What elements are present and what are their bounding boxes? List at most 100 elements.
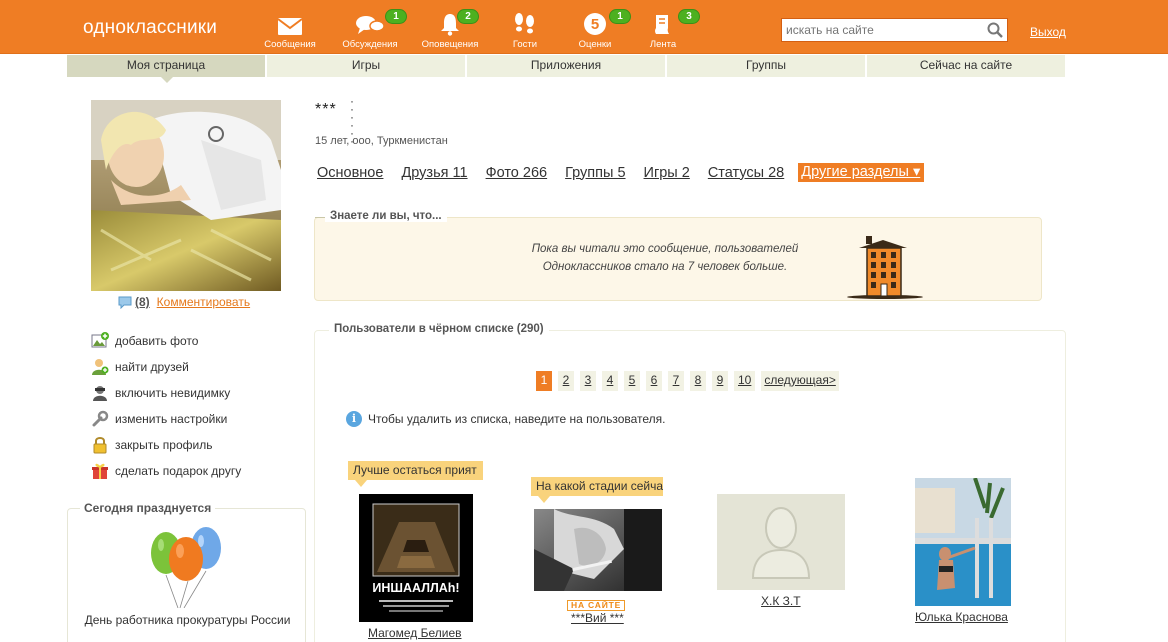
rating-value: 5 — [591, 16, 599, 33]
user-1-status[interactable]: Лучше остаться прият — [348, 461, 483, 480]
profile-avatar[interactable] — [91, 100, 281, 291]
page-4[interactable]: 4 — [602, 371, 618, 391]
profile-sections: Основное Друзья 11 Фото 266 Группы 5 Игр… — [317, 163, 942, 182]
action-close-profile-label: закрыть профиль — [115, 438, 213, 452]
nav-guests-label: Гости — [512, 39, 538, 50]
user-3-name[interactable]: Х.К З.Т — [761, 594, 801, 608]
user-1-status-pointer — [355, 480, 367, 487]
user-3-photo[interactable] — [717, 494, 845, 590]
tab-apps[interactable]: Приложения — [467, 55, 665, 77]
section-groups[interactable]: Группы 5 — [565, 165, 625, 181]
page-5[interactable]: 5 — [624, 371, 640, 391]
search-icon[interactable] — [987, 22, 1003, 38]
action-add-photo-label: добавить фото — [115, 334, 199, 348]
action-gift-label: сделать подарок другу — [115, 464, 242, 478]
blacklist-title: Пользователи в чёрном списке (290) — [329, 323, 549, 335]
dyk-title: Знаете ли вы, что... — [325, 210, 447, 222]
section-games[interactable]: Игры 2 — [644, 165, 690, 181]
search-input[interactable] — [782, 19, 982, 41]
ratings-badge: 1 — [609, 9, 631, 24]
lock-icon — [93, 437, 107, 454]
page-1[interactable]: 1 — [536, 371, 552, 391]
user-4-name[interactable]: Юлька Краснова — [915, 610, 1008, 624]
nav-discussions[interactable]: Обсуждения 1 — [338, 9, 407, 50]
info-icon: i — [346, 411, 362, 427]
wrench-icon — [92, 410, 109, 427]
rating-five-icon: 5 — [584, 13, 606, 35]
nav-messages-label: Сообщения — [264, 39, 316, 50]
section-friends[interactable]: Друзья 11 — [401, 165, 467, 181]
nav-messages[interactable]: Сообщения — [258, 10, 322, 50]
page-6[interactable]: 6 — [646, 371, 662, 391]
section-statuses[interactable]: Статусы 28 — [708, 165, 784, 181]
holiday-title: Сегодня празднуется — [80, 501, 216, 515]
action-settings-label: изменить настройки — [115, 412, 228, 426]
page-9[interactable]: 9 — [712, 371, 728, 391]
invisible-icon — [93, 386, 107, 401]
feed-badge: 3 — [678, 9, 700, 24]
user-2-online-badge: НА САЙТЕ — [567, 600, 626, 611]
action-find-friends[interactable]: найти друзей — [90, 354, 241, 380]
nav-ratings-label: Оценки — [578, 39, 612, 50]
nav-notifications[interactable]: Оповещения 2 — [418, 9, 482, 50]
action-settings[interactable]: изменить настройки — [90, 406, 241, 432]
nav-ratings[interactable]: 5 Оценки 1 — [563, 9, 631, 50]
blacklist-hint: i Чтобы удалить из списка, наведите на п… — [346, 411, 666, 427]
nav-guests[interactable]: Гости — [493, 10, 557, 50]
balloons-icon[interactable] — [148, 523, 228, 608]
section-main[interactable]: Основное — [317, 165, 383, 181]
page-3[interactable]: 3 — [580, 371, 596, 391]
profile-name-text: *** — [315, 101, 337, 118]
holiday-name[interactable]: День работника прокуратуры России — [68, 613, 307, 627]
action-close-profile[interactable]: закрыть профиль — [90, 432, 241, 458]
feed-icon — [655, 15, 669, 34]
add-photo-icon — [91, 332, 109, 348]
section-photos[interactable]: Фото 266 — [486, 165, 548, 181]
notifications-badge: 2 — [457, 9, 479, 24]
tab-online-now[interactable]: Сейчас на сайте — [867, 55, 1065, 77]
footprints-icon — [515, 13, 534, 34]
section-more-dropdown[interactable]: Другие разделы ▾ — [798, 163, 925, 182]
avatar-comments: (8) Комментировать — [118, 295, 250, 309]
user-2-photo[interactable] — [534, 509, 662, 591]
building-icon — [847, 236, 923, 299]
default-avatar-icon — [751, 507, 811, 579]
user-2-status-pointer — [538, 496, 550, 503]
holiday-box: Сегодня празднуется День работника проку… — [67, 501, 307, 642]
gift-icon — [92, 463, 108, 479]
profile-actions: добавить фото найти друзей включить неви… — [90, 328, 241, 484]
site-logo[interactable]: одноклассники — [83, 17, 217, 39]
comment-bubble-icon — [118, 296, 132, 309]
next-page-link[interactable]: следующая> — [761, 371, 839, 391]
page-10[interactable]: 10 — [734, 371, 756, 391]
user-2-status[interactable]: На какой стадии сейча — [531, 477, 663, 496]
tab-groups[interactable]: Группы — [667, 55, 865, 77]
logout-link[interactable]: Выход — [1030, 25, 1066, 39]
nav-feed-label: Лента — [649, 39, 677, 50]
tab-my-page[interactable]: Моя страница — [67, 55, 265, 83]
profile-info: 15 лет, ооо, Туркменистан — [315, 135, 448, 147]
action-invisible[interactable]: включить невидимку — [90, 380, 241, 406]
dyk-title-line-left — [315, 217, 325, 218]
action-invisible-label: включить невидимку — [115, 386, 231, 400]
tab-games[interactable]: Игры — [267, 55, 465, 77]
user-1-photo-caption: ИНШААЛЛАh! — [372, 581, 459, 595]
top-bar: одноклассники Сообщения Обсуждения 1 Опо… — [0, 0, 1168, 54]
nav-discussions-label: Обсуждения — [342, 39, 398, 50]
comment-count[interactable]: (8) — [135, 295, 150, 309]
did-you-know-box: Знаете ли вы, что... Пока вы читали это … — [314, 210, 1042, 301]
user-1-name[interactable]: Магомед Белиев — [368, 626, 462, 640]
page-7[interactable]: 7 — [668, 371, 684, 391]
envelope-icon — [277, 18, 303, 35]
pagination: 1 2 3 4 5 6 7 8 9 10 следующая> — [536, 371, 845, 391]
comment-link[interactable]: Комментировать — [157, 295, 250, 309]
user-4-photo[interactable] — [915, 478, 1011, 606]
action-gift[interactable]: сделать подарок другу — [90, 458, 241, 484]
user-2-name[interactable]: ***Вий *** — [571, 611, 624, 625]
nav-feed[interactable]: Лента 3 — [631, 9, 700, 50]
user-1-photo[interactable]: ИНШААЛЛАh! — [359, 494, 473, 622]
action-find-friends-label: найти друзей — [115, 360, 189, 374]
page-2[interactable]: 2 — [558, 371, 574, 391]
action-add-photo[interactable]: добавить фото — [90, 328, 241, 354]
page-8[interactable]: 8 — [690, 371, 706, 391]
